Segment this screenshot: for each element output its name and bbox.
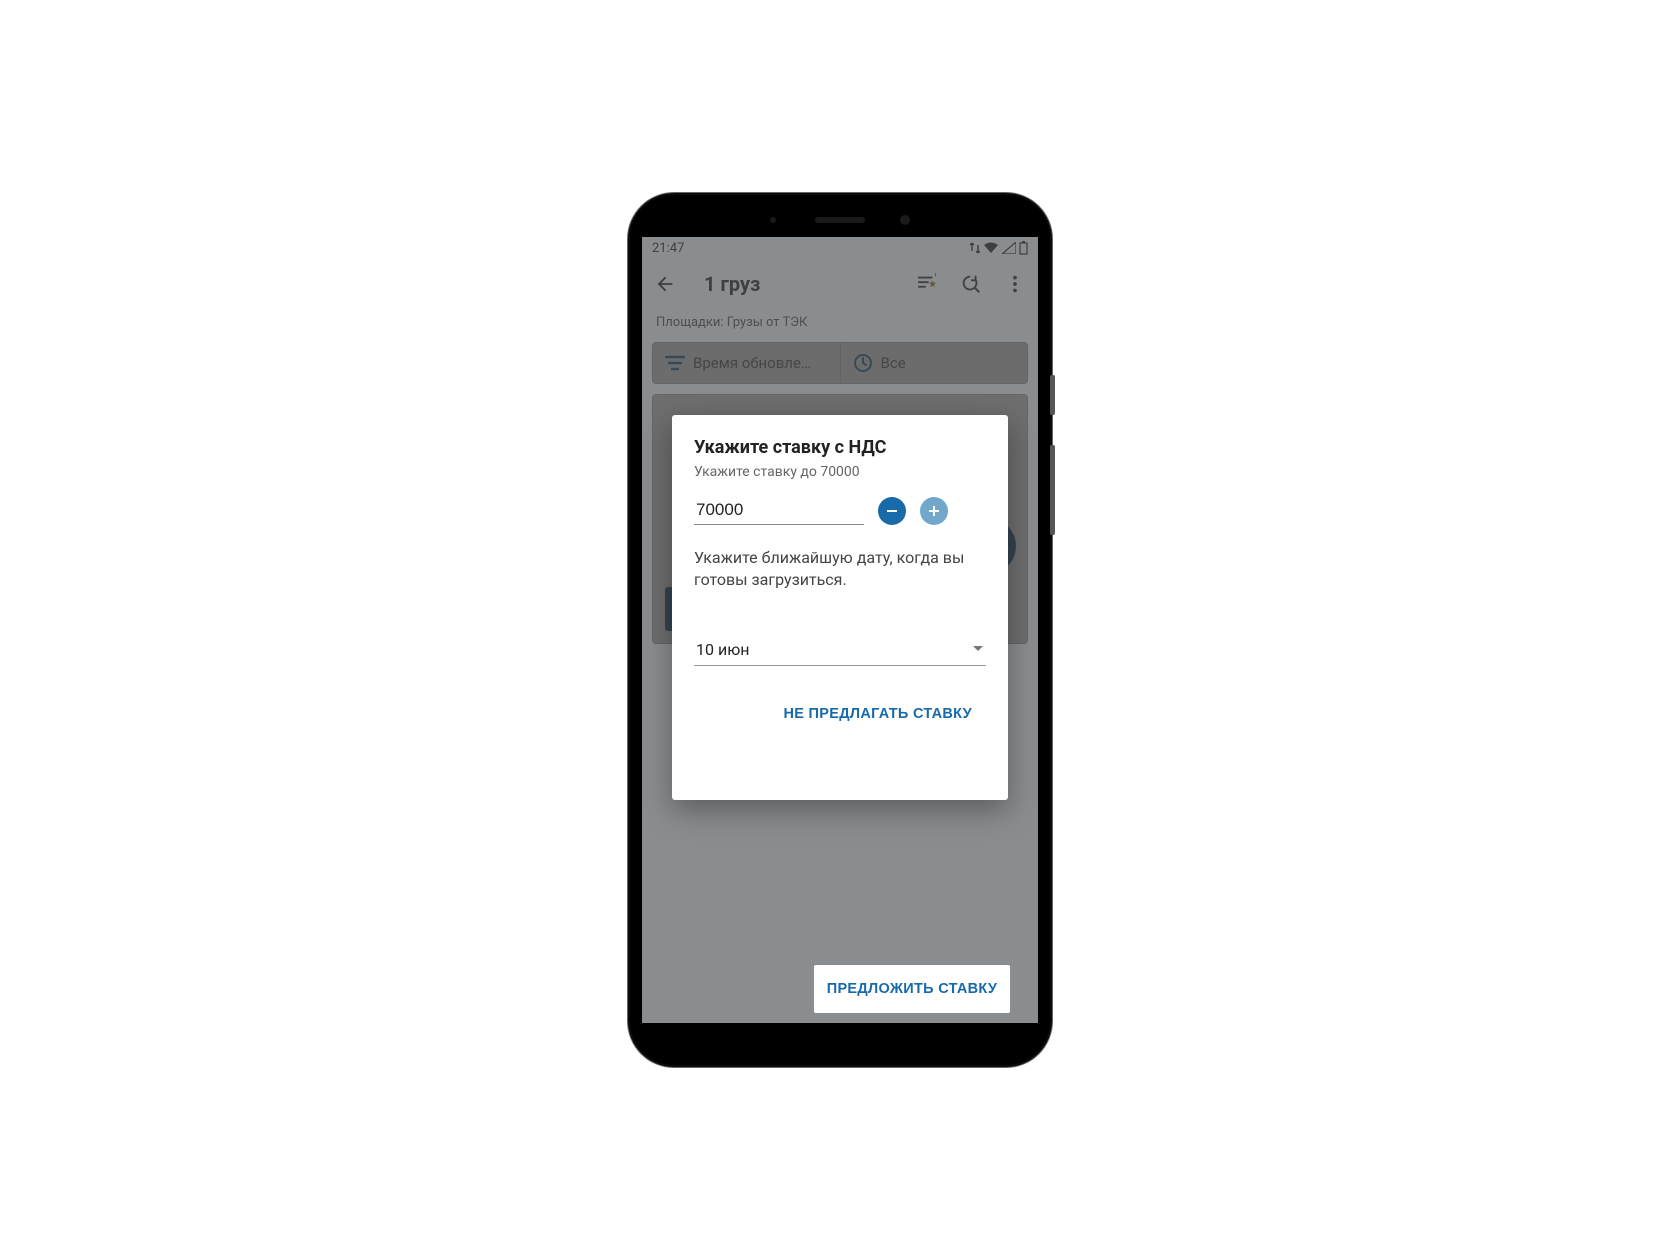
status-time: 21:47	[652, 241, 684, 256]
saved-filter-icon[interactable]: 1	[916, 273, 938, 295]
submit-rate-button[interactable]: ПРЕДЛОЖИТЬ СТАВКУ	[827, 981, 998, 997]
dialog-title: Укажите ставку с НДС	[694, 437, 986, 458]
wifi-icon	[983, 242, 999, 254]
rate-input[interactable]	[694, 496, 864, 525]
earpiece-speaker	[815, 217, 865, 223]
phone-frame: 21:47	[630, 195, 1050, 1065]
platform-chip: Площадки: Грузы от ТЭК	[642, 309, 1038, 336]
svg-text:1: 1	[933, 273, 937, 279]
toolbar: 1 груз 1	[642, 259, 1038, 309]
increment-button[interactable]	[920, 497, 948, 525]
front-camera	[900, 215, 910, 225]
filter-sort-label: Время обновле…	[693, 354, 811, 372]
clock-icon	[853, 353, 873, 373]
dialog-subtitle: Укажите ставку до 70000	[694, 464, 986, 480]
status-bar: 21:47	[642, 237, 1038, 259]
page-title: 1 груз	[704, 272, 896, 296]
minus-icon	[885, 504, 899, 518]
power-button	[1050, 375, 1055, 415]
date-prompt: Укажите ближайшую дату, когда вы готовы …	[694, 547, 986, 592]
submit-highlight: ПРЕДЛОЖИТЬ СТАВКУ	[814, 965, 1010, 1013]
date-value: 10 июн	[696, 640, 749, 659]
volume-button	[1050, 445, 1055, 535]
data-icon	[970, 242, 980, 254]
rate-dialog: Укажите ставку с НДС Укажите ставку до 7…	[672, 415, 1008, 800]
proximity-sensor	[770, 217, 776, 223]
signal-icon	[1002, 242, 1016, 254]
filter-sort[interactable]: Время обновле…	[653, 343, 840, 383]
phone-chin	[642, 1023, 1038, 1063]
sort-icon	[665, 355, 685, 371]
filter-bar: Время обновле… Все	[652, 342, 1028, 384]
filter-time-label: Все	[881, 354, 906, 372]
back-icon[interactable]	[654, 273, 676, 295]
status-icons	[970, 241, 1028, 255]
more-icon[interactable]	[1004, 273, 1026, 295]
decrement-button[interactable]	[878, 497, 906, 525]
dropdown-icon	[972, 645, 984, 653]
screen: 21:47	[642, 237, 1038, 1023]
plus-icon	[927, 504, 941, 518]
filter-time[interactable]: Все	[840, 343, 1028, 383]
date-select[interactable]: 10 июн	[694, 636, 986, 666]
battery-icon	[1019, 241, 1028, 255]
phone-top	[642, 207, 1038, 237]
skip-rate-button[interactable]: НЕ ПРЕДЛАГАТЬ СТАВКУ	[769, 694, 986, 734]
refresh-search-icon[interactable]	[960, 273, 982, 295]
